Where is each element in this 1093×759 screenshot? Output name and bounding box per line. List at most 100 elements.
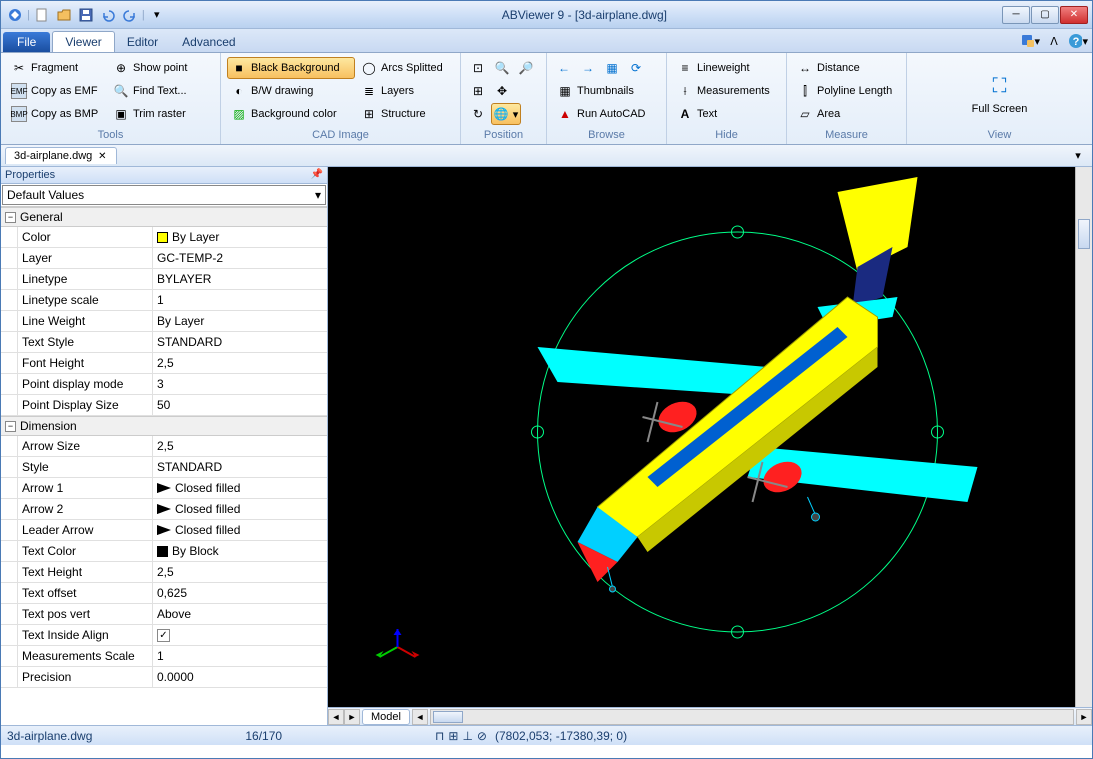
pin-icon[interactable]: 📌 (311, 169, 323, 181)
prop-row[interactable]: Text Inside Align✓ (1, 625, 327, 646)
scroll-thumb[interactable] (1078, 219, 1090, 249)
find-text-button[interactable]: 🔍Find Text... (109, 80, 191, 102)
prop-row[interactable]: ColorBy Layer (1, 227, 327, 248)
prop-value[interactable]: ▸Closed filled (153, 481, 327, 495)
vertical-scrollbar[interactable] (1075, 167, 1092, 707)
close-tab-icon[interactable]: ✕ (96, 150, 108, 162)
prop-row[interactable]: Point display mode3 (1, 374, 327, 395)
layers-button[interactable]: ≣Layers (357, 80, 418, 102)
next-button[interactable]: → (577, 57, 599, 79)
prop-row[interactable]: Text ColorBy Block (1, 541, 327, 562)
fullscreen-button[interactable]: ⛶ Full Screen (962, 67, 1038, 119)
prop-value[interactable]: GC-TEMP-2 (153, 251, 327, 265)
copy-emf-button[interactable]: EMFCopy as EMF (7, 80, 107, 102)
polar-icon[interactable]: ⊘ (477, 729, 487, 743)
advanced-tab[interactable]: Advanced (170, 32, 247, 52)
zoom-out-button[interactable]: 🔎 (515, 57, 537, 79)
model-tab[interactable]: Model (362, 709, 410, 725)
tab-next-icon[interactable]: ► (344, 709, 360, 725)
open-icon[interactable] (54, 5, 74, 25)
prop-value[interactable]: 2,5 (153, 356, 327, 370)
prop-row[interactable]: Text StyleSTANDARD (1, 332, 327, 353)
refresh-button[interactable]: ⟳ (625, 57, 647, 79)
prop-row[interactable]: Arrow 2▸Closed filled (1, 499, 327, 520)
save-icon[interactable] (76, 5, 96, 25)
prop-value[interactable]: 0.0000 (153, 670, 327, 684)
slideshow-button[interactable]: ▦ (601, 57, 623, 79)
prop-value[interactable]: By Layer (153, 314, 327, 328)
prop-value[interactable]: ✓ (153, 629, 327, 642)
prop-value[interactable]: ▸Closed filled (153, 502, 327, 516)
area-button[interactable]: ▱Area (793, 103, 900, 125)
zoom-in-button[interactable]: 🔍 (491, 57, 513, 79)
collapse-icon[interactable]: − (5, 212, 16, 223)
prop-value[interactable]: 1 (153, 293, 327, 307)
arcs-splitted-button[interactable]: ◯Arcs Splitted (357, 57, 447, 79)
collapse-icon[interactable]: − (5, 421, 16, 432)
prop-row[interactable]: StyleSTANDARD (1, 457, 327, 478)
trim-raster-button[interactable]: ▣Trim raster (109, 103, 190, 125)
file-tab[interactable]: File (3, 32, 50, 52)
editor-tab[interactable]: Editor (115, 32, 170, 52)
viewer-tab[interactable]: Viewer (52, 31, 114, 52)
redo-icon[interactable] (120, 5, 140, 25)
prop-row[interactable]: LinetypeBYLAYER (1, 269, 327, 290)
collapse-ribbon-icon[interactable]: ᐱ (1044, 31, 1064, 51)
prop-value[interactable]: Above (153, 607, 327, 621)
prop-value[interactable]: STANDARD (153, 460, 327, 474)
pan-button[interactable]: ✥ (491, 80, 513, 102)
copy-bmp-button[interactable]: BMPCopy as BMP (7, 103, 107, 125)
prop-row[interactable]: Font Height2,5 (1, 353, 327, 374)
new-icon[interactable] (32, 5, 52, 25)
prop-row[interactable]: Text offset0,625 (1, 583, 327, 604)
ortho-icon[interactable]: ⊥ (462, 729, 472, 743)
prop-row[interactable]: Text pos vertAbove (1, 604, 327, 625)
prop-value[interactable]: 2,5 (153, 565, 327, 579)
qat-dropdown-icon[interactable]: ▾ (147, 5, 167, 25)
prop-value[interactable]: STANDARD (153, 335, 327, 349)
maximize-button[interactable]: ▢ (1031, 6, 1059, 24)
undo-icon[interactable] (98, 5, 118, 25)
background-color-button[interactable]: ▨Background color (227, 103, 355, 125)
orbit-button[interactable]: 🌐▾ (491, 103, 521, 125)
show-point-button[interactable]: ⊕Show point (109, 57, 191, 79)
prop-row[interactable]: Text Height2,5 (1, 562, 327, 583)
prop-row[interactable]: Leader Arrow▸Closed filled (1, 520, 327, 541)
thumbnails-button[interactable]: ▦Thumbnails (553, 80, 660, 102)
prop-value[interactable]: 1 (153, 649, 327, 663)
checkbox-icon[interactable]: ✓ (157, 629, 170, 642)
document-tab[interactable]: 3d-airplane.dwg ✕ (5, 147, 117, 164)
close-button[interactable]: ✕ (1060, 6, 1088, 24)
grid-icon[interactable]: ⊞ (448, 729, 458, 743)
prop-value[interactable]: 50 (153, 398, 327, 412)
structure-button[interactable]: ⊞Structure (357, 103, 430, 125)
tab-prev-icon[interactable]: ◄ (328, 709, 344, 725)
prop-row[interactable]: Point Display Size50 (1, 395, 327, 416)
dimension-section-header[interactable]: − Dimension (1, 416, 327, 436)
prop-row[interactable]: LayerGC-TEMP-2 (1, 248, 327, 269)
prop-row[interactable]: Arrow 1▸Closed filled (1, 478, 327, 499)
fragment-button[interactable]: ✂Fragment (7, 57, 107, 79)
prop-value[interactable]: 0,625 (153, 586, 327, 600)
black-background-button[interactable]: ■Black Background (227, 57, 355, 79)
help-icon[interactable]: ?▾ (1068, 31, 1088, 51)
prop-value[interactable]: 3 (153, 377, 327, 391)
scroll-left-icon[interactable]: ◄ (412, 709, 428, 725)
text-button[interactable]: AText (673, 103, 780, 125)
prop-row[interactable]: Precision0.0000 (1, 667, 327, 688)
scroll-thumb[interactable] (433, 711, 463, 723)
prop-row[interactable]: Measurements Scale1 (1, 646, 327, 667)
prev-button[interactable]: ← (553, 57, 575, 79)
prop-value[interactable]: ▸Closed filled (153, 523, 327, 537)
rotate-button[interactable]: ↻ (467, 103, 489, 125)
prop-row[interactable]: Line WeightBy Layer (1, 311, 327, 332)
prop-row[interactable]: Arrow Size2,5 (1, 436, 327, 457)
general-section-header[interactable]: − General (1, 207, 327, 227)
bw-drawing-button[interactable]: ◐B/W drawing (227, 80, 355, 102)
prop-value[interactable]: By Block (153, 544, 327, 558)
lineweight-button[interactable]: ≡Lineweight (673, 57, 780, 79)
doc-menu-icon[interactable]: ▾ (1068, 146, 1088, 166)
3d-viewport[interactable] (328, 167, 1092, 707)
minimize-button[interactable]: ─ (1002, 6, 1030, 24)
prop-row[interactable]: Linetype scale1 (1, 290, 327, 311)
